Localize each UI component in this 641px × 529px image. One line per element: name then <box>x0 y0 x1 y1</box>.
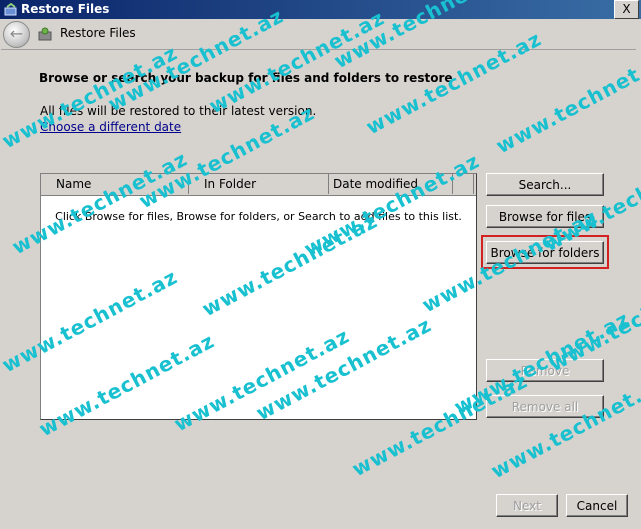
search-button[interactable]: Search... <box>486 173 604 196</box>
back-arrow-icon: ← <box>9 24 24 43</box>
remove-all-button[interactable]: Remove all <box>486 395 604 418</box>
column-header-in-folder[interactable]: In Folder <box>189 174 329 194</box>
wizard-footer: Next Cancel <box>0 486 641 529</box>
cancel-button[interactable]: Cancel <box>566 494 628 517</box>
column-header-extra <box>453 174 474 194</box>
close-button[interactable]: X <box>614 0 639 19</box>
wizard-header: ← Restore Files <box>0 19 641 49</box>
highlight-box <box>481 235 609 269</box>
page-heading: Browse or search your backup for files a… <box>39 71 453 85</box>
files-list[interactable]: Name In Folder Date modified Click Brows… <box>40 173 477 420</box>
browse-files-button[interactable]: Browse for files <box>486 205 604 228</box>
empty-list-message: Click Browse for files, Browse for folde… <box>55 210 462 223</box>
list-header: Name In Folder Date modified <box>41 174 476 196</box>
wizard-title: Restore Files <box>60 26 136 40</box>
window-title: Restore Files <box>21 2 110 16</box>
next-button[interactable]: Next <box>496 494 558 517</box>
restore-icon <box>4 3 17 16</box>
info-text: All files will be restored to their late… <box>40 104 317 118</box>
title-bar: Restore Files X <box>0 0 641 19</box>
column-header-date-modified[interactable]: Date modified <box>329 174 453 194</box>
back-button[interactable]: ← <box>3 21 30 48</box>
remove-button[interactable]: Remove <box>486 359 604 382</box>
column-header-name[interactable]: Name <box>41 174 189 194</box>
restore-icon <box>38 27 52 41</box>
choose-date-link[interactable]: Choose a different date <box>40 120 181 134</box>
